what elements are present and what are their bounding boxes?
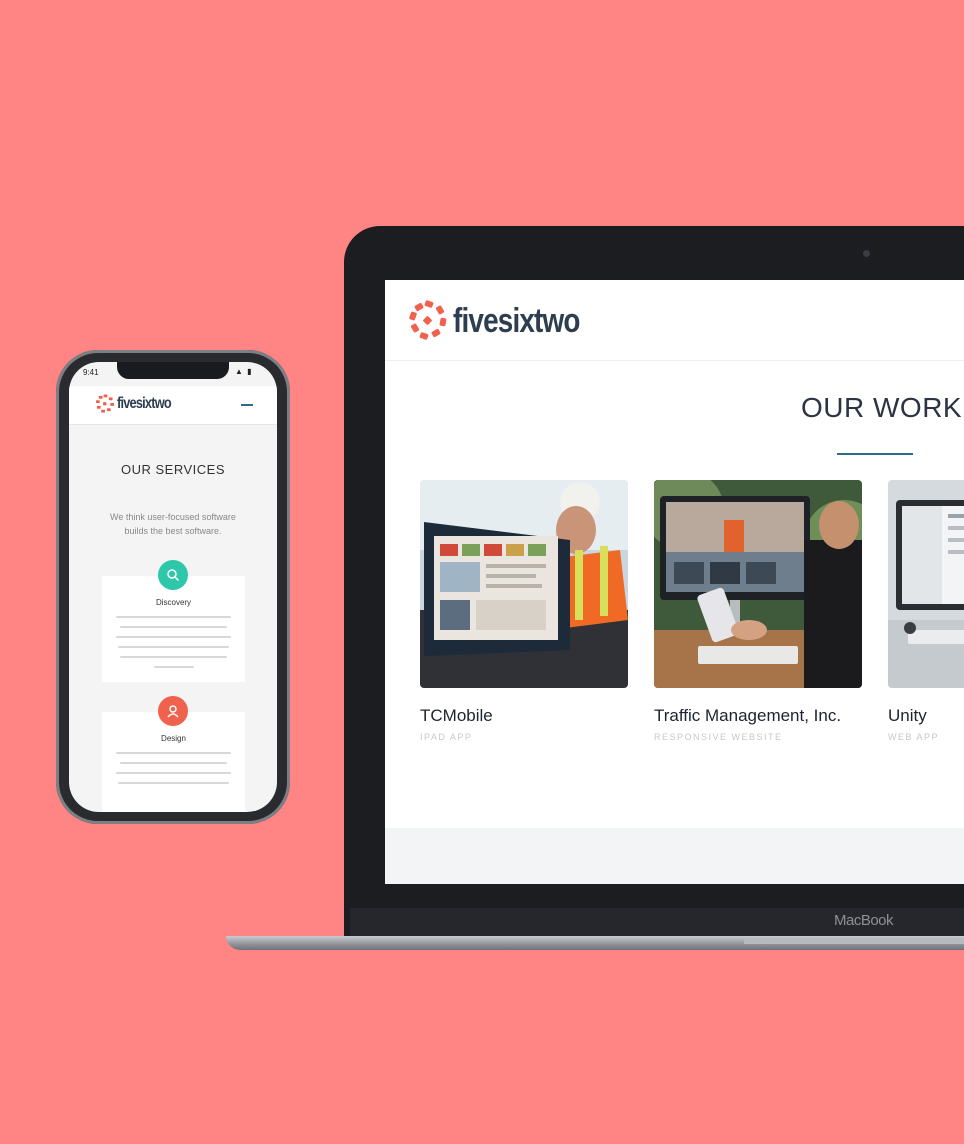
site-footer [385,828,964,884]
status-icons: ▲ ▮ [235,367,253,376]
project-card-traffic-management[interactable]: Traffic Management, Inc. RESPONSIVE WEBS… [654,480,862,742]
mobile-section-title: OUR SERVICES [120,462,225,477]
project-image-unity [888,480,964,688]
laptop-base-highlight [744,938,964,944]
logo-text: fivesixtwo [453,301,580,340]
mobile-logo-text: fivesixtwo [117,395,172,412]
project-title: Unity [888,706,927,725]
title-divider [837,453,913,455]
section-title: OUR WORK [801,392,963,423]
project-card-tcmobile[interactable]: TCMobile IPAD APP [420,480,628,742]
project-image-traffic-management [654,480,862,688]
project-type: IPAD APP [420,732,473,742]
fivesixtwo-logo-icon [409,300,447,340]
site-logo[interactable]: fivesixtwo [407,300,607,342]
fivesixtwo-logo-icon [95,394,115,413]
status-time: 9:41 [83,368,99,377]
laptop-camera [863,250,870,257]
menu-toggle-icon[interactable] [241,404,253,406]
service-card-discovery[interactable]: Discovery [102,576,245,682]
service-title: Discovery [155,598,192,607]
search-icon [158,560,188,590]
project-title: Traffic Management, Inc. [654,706,842,725]
device-brand-label: MacBook [834,912,894,929]
project-type: WEB APP [888,732,940,742]
mobile-header: fivesixtwo [69,386,277,425]
mobile-logo[interactable]: fivesixtwo [95,394,184,414]
site-header: fivesixtwo [385,280,964,361]
project-card-unity[interactable]: Unity WEB APP [888,480,964,742]
project-type: RESPONSIVE WEBSITE [654,732,783,742]
phone-screen: 9:41 ▲ ▮ fivesixtwo OUR SERVICES We thin… [69,362,277,812]
laptop-screen: fivesixtwo OUR WORK TCMobile IPAD APP Tr… [385,280,964,884]
service-card-design[interactable]: Design [102,712,245,812]
project-title: TCMobile [420,706,493,725]
phone-notch [117,362,229,379]
project-image-tcmobile [420,480,628,688]
user-icon [158,696,188,726]
mobile-section-subtitle: We think user-focused software builds th… [110,512,236,536]
service-title: Design [161,734,186,743]
